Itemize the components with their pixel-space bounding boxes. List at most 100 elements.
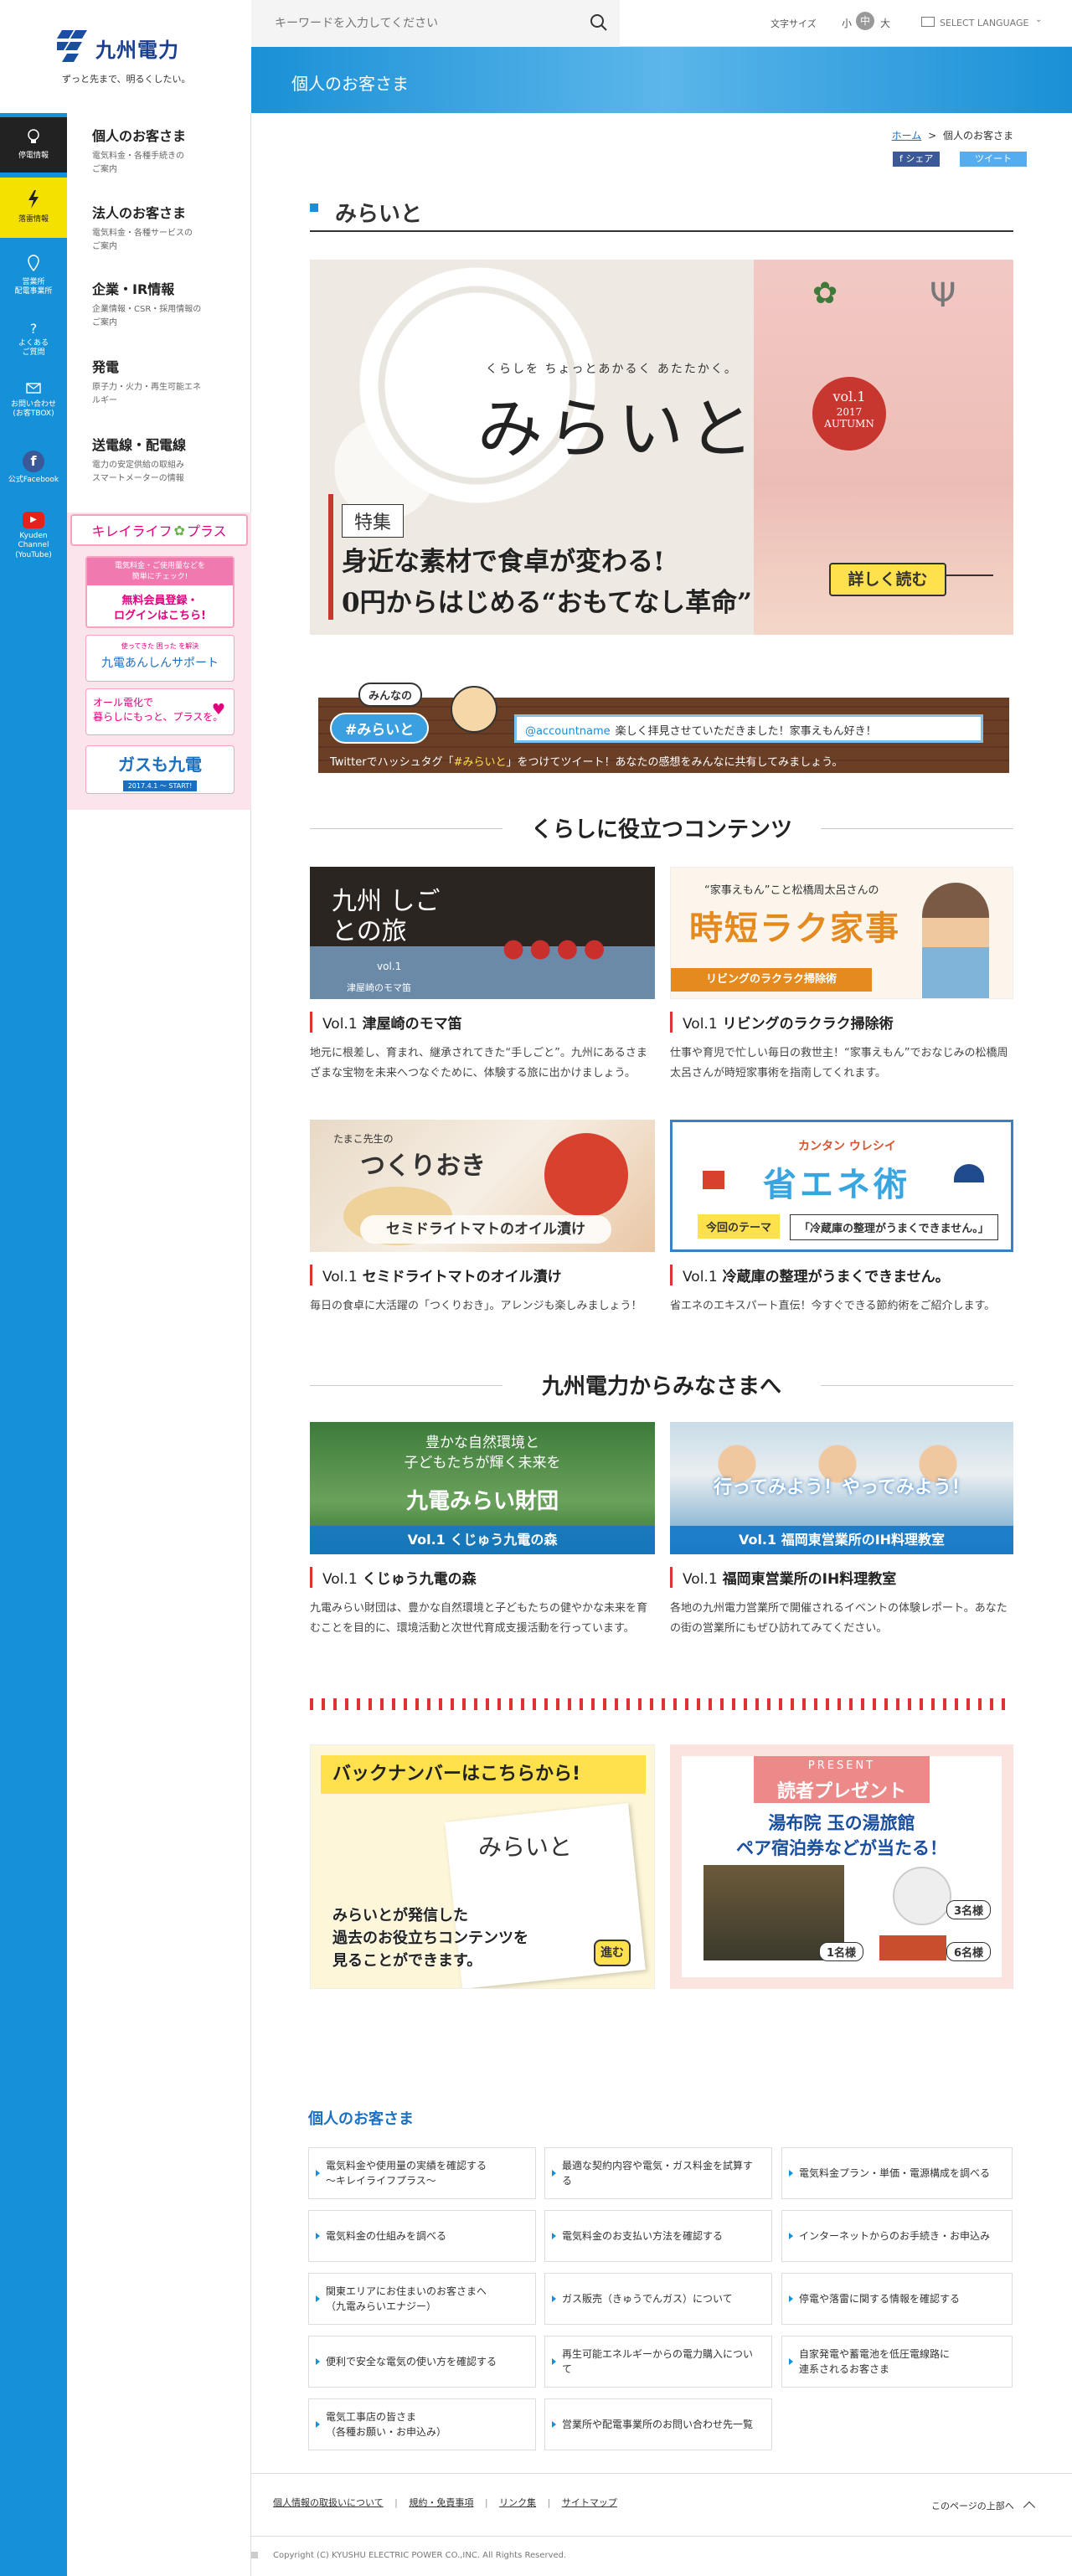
- kireilife-plus: プラス: [186, 523, 227, 539]
- rail-label: 公式Facebook: [8, 476, 59, 485]
- backnumber-go-button: 進む: [594, 1940, 631, 1966]
- footer-sep: |: [547, 2497, 551, 2508]
- rail-youtube[interactable]: ▶ Kyuden Channel (YouTube): [0, 501, 67, 571]
- site-logo[interactable]: 九州電力 ずっと先まで、明るくしたい。: [57, 27, 199, 85]
- menu-company-ir[interactable]: 企業・IR情報 企業情報・CSR・採用情報の ご案内: [92, 278, 243, 330]
- page-top-link[interactable]: このページの上部へ: [931, 2499, 1036, 2514]
- footer-link-item[interactable]: 最適な契約内容や電気・ガス料金を試算する: [544, 2147, 772, 2199]
- footer-link-item[interactable]: 便利で安全な電気の使い方を確認する: [308, 2336, 536, 2388]
- select-language[interactable]: SELECT LANGUAGE: [940, 18, 1028, 28]
- card3-title[interactable]: Vol.1 セミドライトマトのオイル漬け: [310, 1265, 562, 1285]
- text-size-large[interactable]: 大: [880, 16, 890, 30]
- rail-lightning[interactable]: 落雷情報: [0, 178, 67, 238]
- footer-link-item[interactable]: ガス販売（きゅうでんガス）について: [544, 2273, 772, 2325]
- footer-bottom-rule: [251, 2473, 1072, 2474]
- card-ih-cooking[interactable]: 行ってみよう！やってみよう！ Vol.1 福岡東営業所のIH料理教室: [670, 1422, 1013, 1554]
- card3-img-sub: たまこ先生の: [333, 1133, 394, 1145]
- search-input[interactable]: [275, 17, 593, 30]
- text-size-label: 文字サイズ: [770, 18, 817, 29]
- kireilife-register[interactable]: 電気料金・ご使用量などを 簡単にチェック! 無料会員登録・ ログインはこちら!: [85, 556, 234, 628]
- rail-faq[interactable]: ? よくある ご質問: [0, 315, 67, 365]
- hero-cta[interactable]: 詳しく読む: [829, 563, 946, 596]
- anshin-support-banner[interactable]: 使ってきた 困った を解決 九電あんしんサポート: [85, 635, 234, 682]
- hero-banner[interactable]: ✿ Ψ くらしを ちょっとあかるく あたたかく。 みらいと vol.1 2017…: [310, 260, 1013, 635]
- kireilife-note: 電気料金・ご使用量などを 簡単にチェック!: [87, 558, 233, 586]
- present-banner[interactable]: PRESENT 読者プレゼント 湯布院 玉の湯旅館 ペア宿泊券などが当たる！ 1…: [670, 1744, 1013, 1989]
- facebook-share-button[interactable]: f シェア: [893, 152, 941, 167]
- menu-personal[interactable]: 個人のお客さま 電気料金・各種手続きの ご案内: [92, 125, 243, 177]
- menu-title: 送電線・配電線: [92, 437, 187, 453]
- footer-link-item[interactable]: 関東エリアにお住まいのお客さまへ （九電みらいエナジー）: [308, 2273, 536, 2325]
- footer-link-item[interactable]: 再生可能エネルギーからの電力購入について: [544, 2336, 772, 2388]
- footer-link-label: インターネットからのお手続き・お申込み: [799, 2230, 991, 2242]
- gas-banner[interactable]: ガスも九電 2017.4.1 ～ START!: [85, 745, 234, 794]
- menu-desc: 企業情報・CSR・採用情報の ご案内: [92, 305, 202, 327]
- footer-link-privacy[interactable]: 個人情報の取扱いについて: [273, 2497, 384, 2508]
- footer-link-item[interactable]: 電気料金のお支払い方法を確認する: [544, 2210, 772, 2262]
- rail-label: よくある ご質問: [18, 338, 49, 357]
- footer-link-item[interactable]: 電気料金や使用量の実績を確認する ～キレイライフプラス～: [308, 2147, 536, 2199]
- breadcrumb-current: 個人のお客さま: [942, 130, 1013, 142]
- card-tsukurioki[interactable]: たまこ先生の つくりおき セミドライトマトのオイル漬け: [310, 1120, 655, 1252]
- hero-line1: 身近な素材で食卓が変わる!: [342, 547, 665, 577]
- footer-link-item[interactable]: 電気工事店の皆さま （各種お願い・お申込み）: [308, 2398, 536, 2450]
- rail-label: Kyuden Channel (YouTube): [15, 532, 52, 559]
- card-shigoto-tabi[interactable]: 九州 しごとの旅 vol.1 津屋崎のモマ笛 ●●●●: [310, 867, 655, 999]
- promo-area: キレイライフ ✿ プラス 電気料金・ご使用量などを 簡単にチェック! 無料会員登…: [67, 513, 251, 810]
- menu-corporate[interactable]: 法人のお客さま 電気料金・各種サービスの ご案内: [92, 202, 243, 254]
- menu-generation[interactable]: 発電 原子力・火力・再生可能エネ ルギー: [92, 356, 243, 408]
- card6-title[interactable]: Vol.1 福岡東営業所のIH料理教室: [670, 1567, 896, 1588]
- footer-link-item[interactable]: 営業所や配電事業所のお問い合わせ先一覧: [544, 2398, 772, 2450]
- kireilife-banner[interactable]: キレイライフ ✿ プラス: [70, 514, 248, 546]
- hero-cta-label: 詳しく読む: [848, 570, 928, 589]
- search-icon[interactable]: [590, 13, 608, 35]
- hero-vol-badge: vol.1 2017 AUTUMN: [812, 377, 886, 451]
- menu-desc: 原子力・火力・再生可能エネ ルギー: [92, 383, 201, 405]
- footer-link-item[interactable]: 自家発電や蓄電池を低圧電線路に 連系されるお客さま: [781, 2336, 1013, 2388]
- footer-link-item[interactable]: 停電や落雷に関する情報を確認する: [781, 2273, 1013, 2325]
- breadcrumb-home[interactable]: ホーム: [892, 130, 922, 142]
- kireilife-leaf-icon: ✿: [173, 522, 185, 538]
- card5-title[interactable]: Vol.1 くじゅう九電の森: [310, 1567, 477, 1588]
- rail-outage[interactable]: 停電情報: [0, 117, 67, 173]
- kireilife-label: キレイライフ: [91, 523, 173, 539]
- card2-title[interactable]: Vol.1 リビングのラクラク掃除術: [670, 1012, 894, 1033]
- footer-link-label: 自家発電や蓄電池を低圧電線路に 連系されるお客さま: [799, 2348, 951, 2375]
- tw-minna: みんなの: [358, 683, 423, 707]
- card4-title-text: 冷蔵庫の整理がうまくできません。: [722, 1269, 950, 1285]
- twitter-tweet-button[interactable]: ツイート: [960, 152, 1027, 167]
- footer-link-item[interactable]: 電気料金プラン・単価・電源構成を調べる: [781, 2147, 1013, 2199]
- footer-link-item[interactable]: インターネットからのお手続き・お申込み: [781, 2210, 1013, 2262]
- card-jitan-kaji[interactable]: “家事えもん”こと松橋周太呂さんの 時短ラク家事 リビングのラクラク掃除術: [670, 867, 1013, 999]
- backnumber-title: バックナンバーはこちらから!: [321, 1755, 646, 1794]
- footer-link-terms[interactable]: 規約・免責事項: [409, 2497, 473, 2508]
- backnumber-banner[interactable]: バックナンバーはこちらから! みらいと みらいとが発信した 過去のお役立ちコンテ…: [310, 1744, 655, 1989]
- rail-facebook[interactable]: f 公式Facebook: [0, 442, 67, 494]
- card-mirai-zaidan[interactable]: 豊かな自然環境と 子どもたちが輝く未来を 九電みらい財団 Vol.1 くじゅう九…: [310, 1422, 655, 1554]
- footer-copyright-bar: Copyright (C) KYUSHU ELECTRIC POWER CO.,…: [251, 2536, 1072, 2576]
- twitter-hashtag-banner[interactable]: みんなの #みらいと @accountname 楽しく拝見させていただきました！家…: [318, 683, 1013, 773]
- footer-sep: |: [484, 2497, 488, 2508]
- page-top-label: このページの上部へ: [931, 2501, 1014, 2512]
- menu-desc: 電力の安定供給の取組み スマートメーターの情報: [92, 461, 184, 483]
- rail-label: お問い合わせ (お客TBOX): [10, 399, 56, 418]
- gas-date: 2017.4.1 ～ START!: [122, 781, 198, 791]
- rail-contact[interactable]: お問い合わせ (お客TBOX): [0, 375, 67, 425]
- text-size-mid[interactable]: 中: [856, 12, 874, 30]
- card4-title[interactable]: Vol.1 冷蔵庫の整理がうまくできません。: [670, 1265, 950, 1285]
- card1-img-title: 九州 しごとの旅: [332, 887, 441, 946]
- card1-title[interactable]: Vol.1 津屋崎のモマ笛: [310, 1012, 462, 1033]
- footer-link-item[interactable]: 電気料金の仕組みを調べる: [308, 2210, 536, 2262]
- menu-transmission[interactable]: 送電線・配電線 電力の安定供給の取組み スマートメーターの情報: [92, 434, 243, 486]
- text-size-small[interactable]: 小: [842, 16, 852, 30]
- all-electric-banner[interactable]: オール電化で 暮らしにもっと、プラスを。 ♥: [85, 688, 234, 735]
- rail-offices[interactable]: 営業所 配電事業所: [0, 248, 67, 303]
- card-shoene[interactable]: カンタン ウレシイ 省エネ術 今回のテーマ 「冷蔵庫の整理がうまくできません。」: [670, 1120, 1013, 1252]
- bulb-icon: [26, 128, 41, 148]
- footer-link-links[interactable]: リンク集: [499, 2497, 536, 2508]
- card4-vol: Vol.1: [683, 1269, 718, 1285]
- footer-link-sitemap[interactable]: サイトマップ: [562, 2497, 617, 2508]
- daruma-figures: ●●●●: [502, 934, 611, 963]
- card6-desc: 各地の九州電力営業所で開催されるイベントの体験レポート。あなたの街の営業所にもぜ…: [670, 1602, 1008, 1636]
- card6-vol: Vol.1: [683, 1571, 718, 1588]
